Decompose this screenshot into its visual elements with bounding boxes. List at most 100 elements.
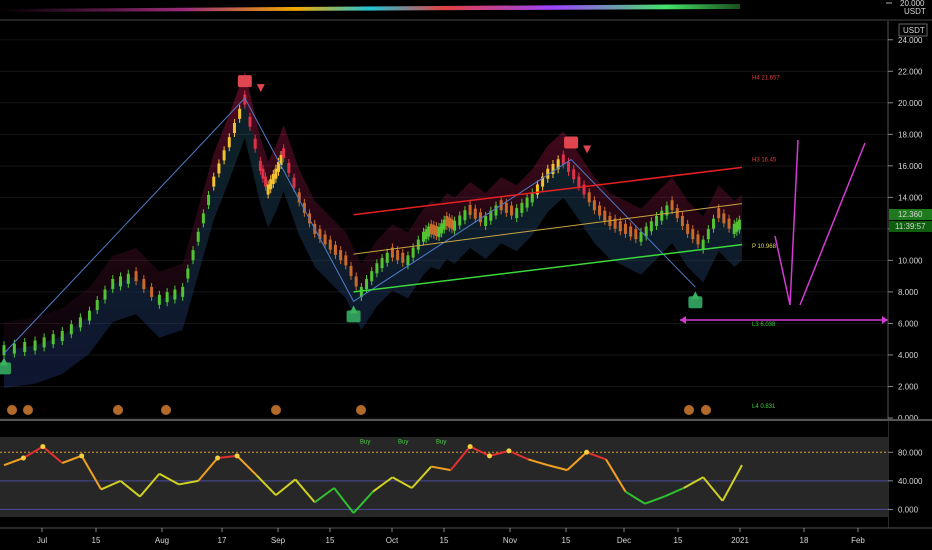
candle-body [370,271,374,282]
candle-body [23,342,27,353]
candle-body [12,343,16,354]
time-axis-label: 2021 [731,536,749,545]
price-axis-label: 14.000 [898,193,923,202]
time-axis: Jul 15 Aug 17 Sep 15 Oct 15 Nov 15 Dec 15 2021 18 Feb [37,528,865,545]
price-axis-label: 20.000 [898,99,923,108]
candle-body [212,176,216,187]
candle-body [51,334,55,345]
candle-body [450,219,454,230]
time-axis-label: 15 [92,536,101,545]
top-strip-unit: USDT [904,7,926,16]
candle-body [186,268,190,279]
price-axis-label: 0.000 [898,414,919,423]
candle-body [142,279,146,290]
unit-badge-text: USDT [903,26,925,35]
bear-icon [161,405,171,415]
osc-overbought-dot [234,453,240,459]
pivot-label-4: L4 0.831 [752,404,776,410]
candle-body [238,108,242,119]
candle-body [530,192,534,203]
candle-body [680,216,684,226]
time-axis-label: 15 [562,536,571,545]
price-axis-label: 22.000 [898,67,923,76]
time-axis-label: Oct [386,536,399,545]
candle-body [732,223,736,234]
candle-body [264,176,268,187]
candle-body [434,225,438,236]
candle-body [515,208,519,219]
candle-body [201,213,205,224]
candle-body [227,137,231,148]
bear-icon [23,405,33,415]
price-axis-label: 4.000 [898,351,919,360]
candle-body [207,194,211,205]
candle-body [380,258,384,269]
candle-body [478,212,482,223]
candle-body [639,231,643,242]
candle-body [119,276,123,287]
time-axis-label: 15 [326,536,335,545]
candle-body [126,273,130,284]
bear-icon [113,405,123,415]
candle-body [520,202,524,213]
candle-body [592,200,596,211]
candle-body [722,213,726,224]
candle-body [561,154,565,165]
candle-body [675,208,679,219]
price-chart[interactable]: 20.000 USDT H4 21.657 H3 16.45 P 10.968 L3 … [0,0,932,550]
candle-body [458,215,462,226]
candle-body [442,219,446,230]
bear-icon [356,405,366,415]
time-axis-label: 15 [674,536,683,545]
osc-buy-label: Buy [436,440,446,446]
candle-body [87,310,91,321]
candle-body [258,160,262,171]
candle-body [510,205,514,216]
candle-body [468,204,472,215]
candle-body [232,123,236,134]
candle-body [445,216,449,226]
candle-body [282,148,286,159]
candle-body [248,116,252,127]
candle-body [567,161,571,172]
candle-body [494,205,498,216]
candle-body [598,205,602,216]
candle-body [333,244,337,255]
price-axis-label: 6.000 [898,319,919,328]
pivot-label-2: P 10.968 [752,244,777,250]
candle-body [396,250,400,261]
candle-body [453,220,457,231]
price-axis-label: 10.000 [898,256,923,265]
candle-body [634,229,638,240]
candle-body [261,168,265,179]
candle-body [735,221,739,232]
osc-overbought-dot [506,448,512,454]
candle-body [712,218,716,229]
time-axis-label: Dec [617,536,631,545]
candle-body [95,300,99,311]
candle-body [150,286,154,297]
countdown-text: 11:39:57 [895,222,926,231]
time-axis-label: Jul [37,536,47,545]
candle-body [349,265,353,276]
time-axis-label: 15 [440,536,449,545]
time-axis-label: 18 [800,536,809,545]
candle-body [328,239,332,250]
candle-body [111,279,115,290]
candle-body [484,216,488,226]
osc-overbought-dot [20,455,26,461]
candle-body [274,168,278,179]
candle-body [463,210,467,221]
candle-body [385,252,389,263]
candle-body [344,255,348,266]
candle-body [33,340,37,351]
candle-body [271,173,275,184]
last-price-text: 12.360 [898,210,923,219]
pivot-label-3: L3 6.038 [752,322,776,328]
candle-body [696,234,700,245]
price-axis-label: 16.000 [898,162,923,171]
candle-body [577,176,581,187]
candle-body [447,217,451,228]
time-axis-label: Aug [155,536,169,545]
candle-body [691,229,695,240]
